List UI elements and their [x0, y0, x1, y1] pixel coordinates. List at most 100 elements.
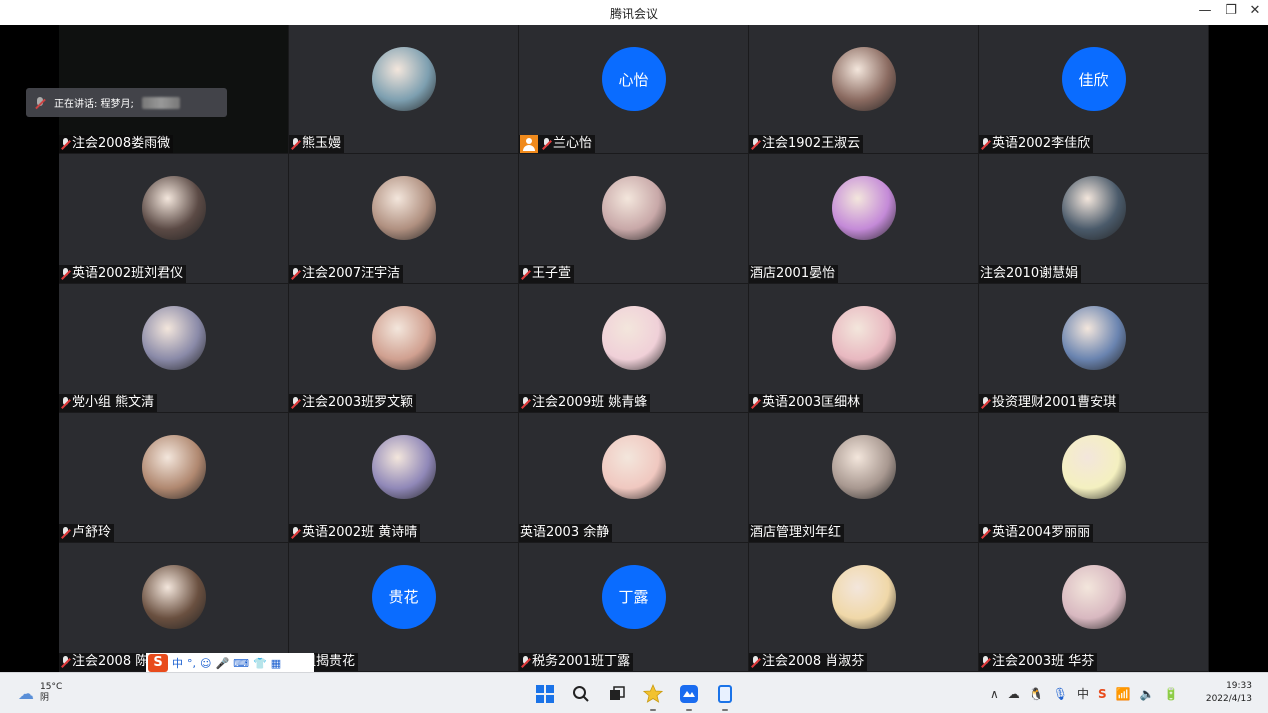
participant-name: 注会2008 肖淑芬 [762, 653, 865, 669]
participant-nameplate: 英语2002班刘君仪 [59, 264, 187, 283]
restore-button[interactable]: ❐ [1222, 3, 1240, 18]
skin-icon[interactable]: 👕 [253, 657, 267, 670]
participant-tile[interactable]: 投资理财2001曹安琪 [979, 283, 1209, 414]
participant-nameplate: 英语2002班 黄诗晴 [289, 523, 421, 542]
muted-mic-icon [290, 526, 301, 539]
cartoon-avatar [601, 435, 666, 500]
participant-tile[interactable]: 英语2004罗丽丽 [979, 413, 1209, 543]
participant-tile[interactable]: 卢舒玲 [59, 413, 289, 543]
task-view-icon[interactable] [604, 681, 630, 707]
wifi-icon[interactable]: 📶 [1116, 687, 1131, 701]
participant-nameplate: 注会2008 陈 [59, 652, 152, 671]
participant-tile[interactable]: 王子萱 [519, 154, 749, 284]
speaking-label: 正在讲话: 程梦月; [54, 99, 134, 110]
photo-avatar [831, 47, 896, 111]
participant-tile[interactable]: 丁露 税务2001班丁露 [519, 542, 749, 672]
participant-tile[interactable]: 酒店管理刘年红 [749, 413, 979, 543]
initials-avatar: 丁露 [601, 564, 666, 629]
muted-mic-icon [520, 267, 531, 280]
participant-tile[interactable]: 注会2003班罗文颖 [289, 283, 519, 414]
battery-icon[interactable]: 🔋 [1164, 687, 1179, 701]
participant-tile[interactable]: 英语2003匡细林 [749, 283, 979, 414]
photo-avatar [371, 176, 436, 241]
muted-mic-icon [750, 655, 761, 668]
start-button[interactable] [532, 681, 558, 707]
muted-mic-icon [60, 655, 71, 668]
participant-tile[interactable]: 英语2002班刘君仪 [59, 154, 289, 284]
participant-tile[interactable]: 注会2008 肖淑芬 [749, 542, 979, 672]
minimize-button[interactable]: — [1196, 3, 1214, 18]
punctuation-toggle[interactable]: °, [187, 657, 196, 670]
tencent-meeting-icon[interactable] [676, 681, 702, 711]
muted-mic-icon [980, 138, 991, 150]
cartoon-avatar [831, 176, 896, 241]
search-icon[interactable] [568, 681, 594, 707]
participant-name: 党小组 熊文清 [72, 395, 155, 411]
muted-mic-icon [290, 397, 301, 409]
system-tray: ∧ ☁ 🐧 🎙 中 S 📶 🔈 🔋 [990, 685, 1179, 702]
muted-mic-icon [750, 138, 761, 150]
participant-name: 卢舒玲 [72, 524, 112, 540]
participant-tile[interactable]: 英语2002班 黄诗晴 [289, 413, 519, 543]
emoji-icon[interactable]: ☺ [200, 657, 211, 670]
voice-input-icon[interactable]: 🎤 [215, 657, 229, 670]
participant-nameplate: 英语2003匡细林 [749, 394, 864, 413]
participant-tile[interactable]: 心怡 兰心怡 [519, 25, 749, 155]
photo-avatar [371, 47, 436, 111]
photo-avatar [601, 176, 666, 241]
participant-tile[interactable]: 贵花 小组揭贵花 [289, 542, 519, 672]
participant-tile[interactable]: 注会2009班 姚青蜂 [519, 283, 749, 414]
participant-tile[interactable]: 酒店2001晏怡 [749, 154, 979, 284]
keyboard-icon[interactable]: ⌨ [233, 657, 249, 670]
muted-mic-icon [60, 397, 71, 409]
participant-nameplate: 注会1902王淑云 [749, 135, 864, 154]
participant-nameplate: 卢舒玲 [59, 523, 115, 542]
participant-tile[interactable]: 党小组 熊文清 [59, 283, 289, 414]
participant-tile[interactable]: 佳欣 英语2002李佳欣 [979, 25, 1209, 155]
participant-tile[interactable]: 注会2003班 华芬 [979, 542, 1209, 672]
muted-mic-icon [980, 526, 991, 539]
onedrive-icon[interactable]: ☁ [1008, 687, 1020, 701]
volume-icon[interactable]: 🔈 [1140, 687, 1155, 701]
participant-tile[interactable]: 英语2003 余静 [519, 413, 749, 543]
participant-name: 投资理财2001曹安琪 [992, 395, 1117, 411]
clock-date: 2022/4/13 [1205, 694, 1252, 704]
muted-mic-icon [290, 138, 301, 150]
tablet-app-icon[interactable] [712, 681, 738, 711]
participant-tile[interactable]: 熊玉嫚 [289, 25, 519, 155]
sogou-logo-icon[interactable]: S [148, 654, 168, 672]
window-title: 腾讯会议 [609, 7, 658, 21]
participant-nameplate: 党小组 熊文清 [59, 394, 158, 413]
weather-widget[interactable]: ☁ 15°C 阴 [18, 682, 62, 704]
sogou-tray-icon[interactable]: S [1098, 687, 1107, 701]
cartoon-avatar [831, 305, 896, 370]
chevron-up-icon[interactable]: ∧ [990, 687, 999, 701]
participant-name: 酒店管理刘年红 [750, 524, 842, 540]
close-button[interactable]: ✕ [1246, 3, 1264, 18]
participant-nameplate: 注会2003班罗文颖 [289, 394, 417, 413]
clock[interactable]: 19:33 2022/4/13 [1206, 680, 1252, 706]
participant-nameplate: 注会2003班 华芬 [979, 652, 1098, 671]
ime-mode-toggle[interactable]: 中 [172, 655, 183, 671]
photo-avatar [831, 435, 896, 500]
toolbox-icon[interactable]: ▦ [271, 657, 281, 670]
participant-tile[interactable]: 注会2007汪宇洁 [289, 154, 519, 284]
participant-name: 注会2009班 姚青蜂 [532, 395, 648, 411]
star-app-icon[interactable] [640, 681, 666, 711]
muted-mic-icon [980, 655, 991, 668]
participant-tile[interactable]: 注会1902王淑云 [749, 25, 979, 155]
initials-avatar: 贵花 [371, 564, 436, 629]
qq-icon[interactable]: 🐧 [1029, 687, 1044, 701]
input-language-indicator[interactable]: 中 [1077, 685, 1089, 702]
cartoon-avatar [1061, 564, 1126, 629]
weather-desc: 阴 [40, 693, 50, 703]
microphone-icon[interactable]: 🎙 [1053, 687, 1068, 701]
participant-nameplate: 英语2003 余静 [519, 523, 613, 542]
blurred-name [141, 96, 180, 109]
taskbar: ☁ 15°C 阴 ∧ ☁ 🐧 🎙 中 S 📶 🔈 🔋 19:33 2022/4/… [0, 672, 1268, 713]
windows-logo-icon [536, 685, 554, 703]
participant-tile[interactable]: 注会2010谢慧娟 [979, 154, 1209, 284]
photo-avatar [141, 176, 206, 241]
participant-name: 英语2003匡细林 [762, 395, 861, 411]
participant-nameplate: 酒店管理刘年红 [749, 523, 845, 542]
